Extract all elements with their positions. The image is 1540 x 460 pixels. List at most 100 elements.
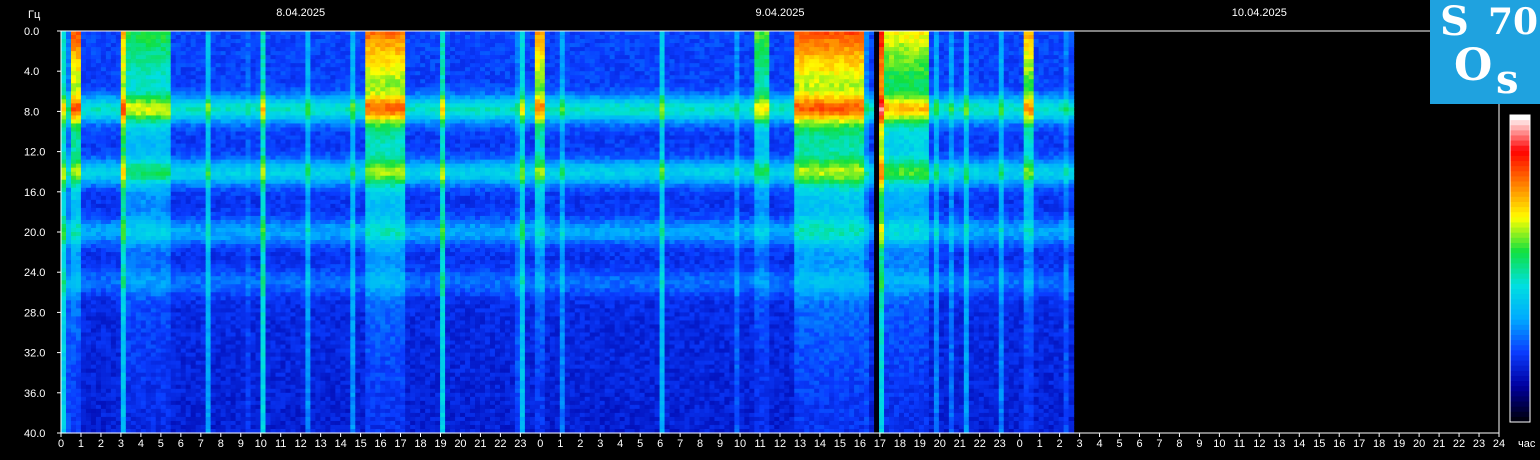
heat-cell [95, 296, 102, 301]
heat-cell [270, 191, 277, 197]
heat-cell [190, 368, 197, 374]
heat-cell [260, 256, 267, 261]
heat-cell [280, 352, 287, 358]
heat-cell [225, 35, 232, 40]
heat-cell [305, 175, 312, 181]
heat-cell [260, 252, 267, 257]
heat-cell [80, 252, 87, 257]
heat-cell [230, 328, 237, 334]
heat-cell [225, 396, 232, 402]
heat-cell [215, 244, 222, 249]
heat-cell [265, 268, 272, 273]
heat-cell [145, 107, 152, 112]
heat-cell [210, 340, 217, 346]
heat-cell [270, 95, 277, 100]
heat-cell [210, 35, 217, 40]
heat-cell [200, 51, 207, 56]
heat-cell [140, 376, 147, 382]
heat-cell [170, 191, 177, 197]
heat-cell [165, 264, 172, 269]
heat-cell [240, 95, 247, 100]
heat-cell [285, 95, 292, 100]
heat-cell [75, 83, 82, 88]
heat-cell [90, 420, 97, 426]
heat-cell [75, 356, 82, 362]
heat-cell [230, 79, 237, 84]
heat-cell [125, 276, 132, 281]
heat-cell [250, 400, 257, 406]
heat-cell [170, 340, 177, 346]
heat-cell [145, 47, 152, 52]
heat-cell [105, 187, 112, 193]
heat-cell [280, 103, 287, 108]
heat-cell [205, 91, 212, 96]
heat-cell [61, 171, 67, 177]
heat-cell [105, 175, 112, 181]
heat-cell [295, 352, 302, 358]
heat-cell [105, 95, 112, 100]
heat-cell [190, 300, 197, 305]
heat-cell [110, 75, 117, 80]
heat-cell [90, 135, 97, 141]
heat-cell [61, 380, 67, 386]
heat-cell [300, 408, 307, 414]
heat-cell [125, 424, 132, 430]
heat-cell [115, 424, 122, 430]
heat-cell [175, 392, 182, 398]
heat-cell [245, 356, 252, 362]
heat-cell [125, 59, 132, 64]
heat-cell [215, 227, 222, 233]
heat-cell [130, 236, 137, 241]
heat-cell [275, 39, 282, 44]
heat-cell [220, 95, 227, 100]
heat-cell [115, 31, 122, 36]
heat-cell [205, 260, 212, 265]
heat-cell [200, 35, 207, 40]
heat-cell [165, 107, 172, 112]
heat-cell [215, 308, 222, 313]
heat-cell [125, 296, 132, 301]
heat-cell [245, 252, 252, 257]
heat-cell [225, 308, 232, 313]
heat-cell [115, 151, 122, 157]
heat-cell [70, 31, 77, 36]
heat-cell [90, 127, 97, 133]
heat-cell [215, 139, 222, 145]
heat-cell [95, 272, 102, 277]
heat-cell [65, 420, 72, 426]
heat-cell [140, 312, 147, 318]
heat-cell [140, 151, 147, 157]
heat-cell [65, 207, 72, 213]
heat-cell [300, 135, 307, 141]
heat-cell [135, 91, 142, 96]
heat-cell [200, 99, 207, 104]
heat-cell [110, 352, 117, 358]
heat-cell [290, 292, 297, 297]
heat-cell [75, 256, 82, 261]
heat-cell [120, 191, 127, 197]
heat-cell [225, 384, 232, 390]
heat-cell [290, 107, 297, 112]
heat-cell [300, 75, 307, 80]
heat-cell [215, 47, 222, 52]
heat-cell [180, 211, 187, 217]
heat-cell [230, 276, 237, 281]
heat-cell [150, 135, 157, 141]
heat-cell [280, 416, 287, 422]
heat-cell [210, 288, 217, 293]
heat-cell [195, 199, 202, 205]
heat-cell [135, 179, 142, 185]
heat-cell [125, 147, 132, 153]
heat-cell [135, 392, 142, 398]
heat-cell [285, 131, 292, 137]
heat-cell [135, 59, 142, 64]
heat-cell [110, 175, 117, 181]
heat-cell [285, 420, 292, 426]
heat-cell [61, 376, 67, 382]
heat-cell [230, 219, 237, 225]
heat-cell [190, 39, 197, 44]
heat-cell [295, 191, 302, 197]
heat-cell [160, 380, 167, 386]
heat-cell [70, 179, 77, 185]
heat-cell [300, 292, 307, 297]
